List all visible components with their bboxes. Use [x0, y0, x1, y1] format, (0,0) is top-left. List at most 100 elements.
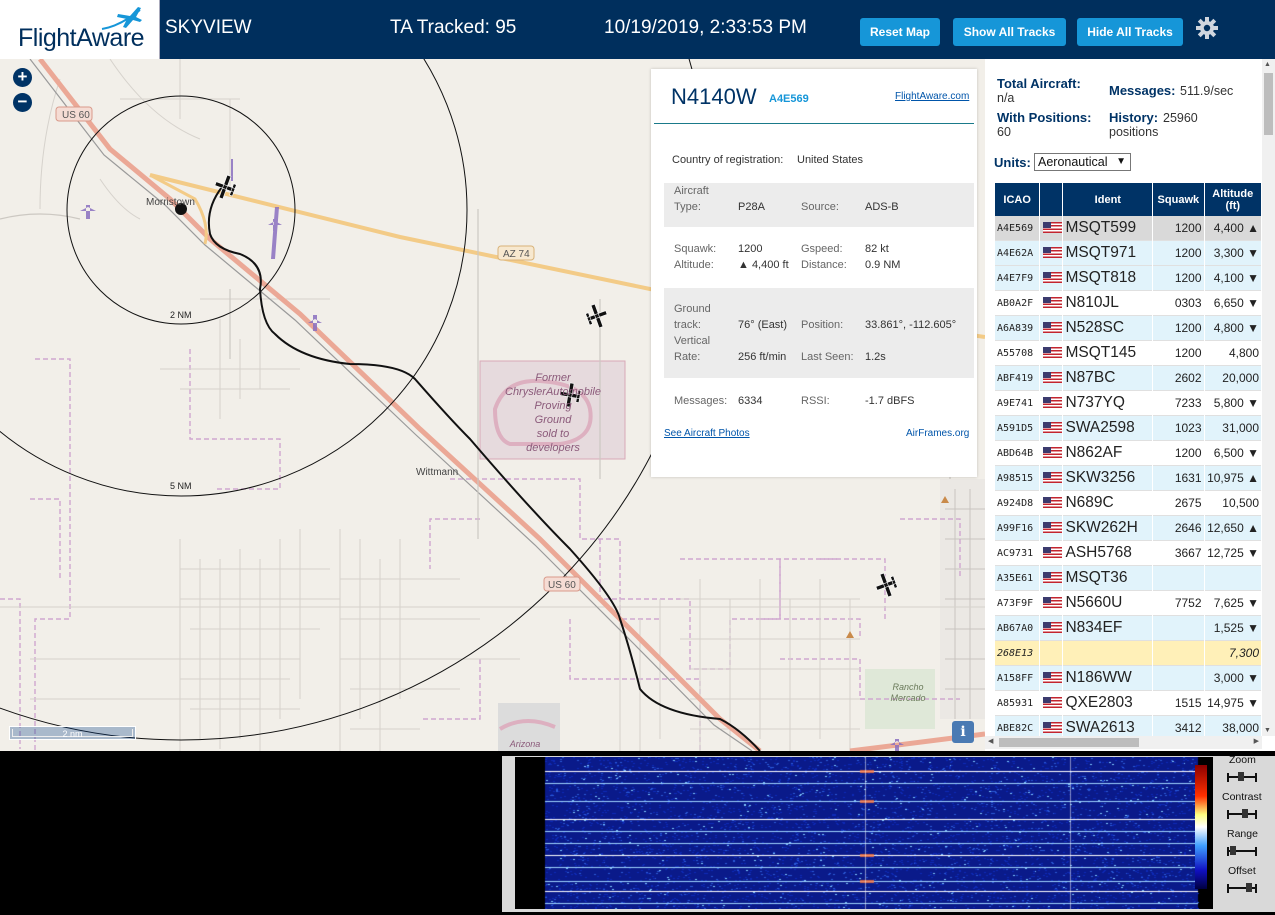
- vertical-scroll-thumb[interactable]: [1264, 73, 1273, 135]
- aircraft-row[interactable]: A9E741 N737YQ 7233 5,800 ▼: [995, 391, 1261, 416]
- aircraft-row[interactable]: A158FF N186WW 3,000 ▼: [995, 666, 1261, 691]
- map-label-az74: AZ 74: [503, 249, 530, 260]
- position-value: 33.861°, -112.605°: [865, 319, 957, 331]
- reset-map-button[interactable]: Reset Map: [860, 18, 940, 46]
- zoom-slider[interactable]: [1226, 770, 1258, 784]
- us-flag-icon: [1043, 447, 1063, 459]
- history-value: 25960: [1163, 111, 1198, 125]
- logo-text: FlightAware: [18, 24, 145, 52]
- total-aircraft-value: n/a: [997, 91, 1015, 105]
- row-altitude: 4,400 ▲: [1204, 216, 1261, 241]
- row-ident: N834EF: [1063, 616, 1153, 641]
- chevron-down-icon: ▼: [1116, 156, 1126, 167]
- aircraft-row[interactable]: A99F16 SKW262H 2646 12,650 ▲: [995, 516, 1261, 541]
- total-aircraft-label: Total Aircraft:: [997, 76, 1081, 91]
- aircraft-row[interactable]: AB67A0 N834EF 1,525 ▼: [995, 616, 1261, 641]
- aircraft-row[interactable]: A6A839 N528SC 1200 4,800 ▼: [995, 316, 1261, 341]
- units-label: Units:: [994, 155, 1031, 170]
- map-label-proving-5: sold to: [537, 428, 569, 440]
- aircraft-type-label-2: Type:: [674, 201, 701, 213]
- aircraft-table: ICAO Ident Squawk Altitude (ft) A4E569 MS…: [994, 183, 1262, 736]
- horizontal-scroll-thumb[interactable]: [999, 738, 1139, 747]
- col-header-altitude[interactable]: Altitude (ft): [1204, 183, 1261, 216]
- row-altitude: 1,525 ▼: [1204, 616, 1261, 641]
- row-squawk: 0303: [1153, 291, 1204, 316]
- aircraft-row[interactable]: AB0A2F N810JL 0303 6,650 ▼: [995, 291, 1261, 316]
- selected-registration: N4140W: [671, 84, 757, 109]
- horizontal-scrollbar[interactable]: ◀ ▶: [985, 736, 1262, 749]
- aircraft-row[interactable]: A35E61 MSQT36: [995, 566, 1261, 591]
- aircraft-row[interactable]: AC9731 ASH5768 3667 12,725 ▼: [995, 541, 1261, 566]
- map-label-us60-b: US 60: [548, 580, 576, 591]
- airframes-link[interactable]: AirFrames.org: [906, 428, 969, 439]
- map-label-morristown: Morristown: [146, 197, 195, 208]
- map-label-wittmann: Wittmann: [416, 467, 458, 478]
- scroll-down-icon[interactable]: ▼: [1264, 727, 1271, 734]
- flightaware-link[interactable]: FlightAware.com: [895, 91, 969, 102]
- row-squawk: 1200: [1153, 316, 1204, 341]
- col-header-icao[interactable]: ICAO: [995, 183, 1040, 216]
- flightaware-logo[interactable]: FlightAware: [0, 0, 160, 59]
- aircraft-row[interactable]: A924D8 N689C 2675 10,500: [995, 491, 1261, 516]
- us-flag-icon: [1043, 272, 1063, 284]
- scroll-left-icon[interactable]: ◀: [988, 737, 993, 745]
- aircraft-row[interactable]: A98515 SKW3256 1631 10,975 ▲: [995, 466, 1261, 491]
- aircraft-row[interactable]: A4E62A MSQT971 1200 3,300 ▼: [995, 241, 1261, 266]
- show-all-tracks-button[interactable]: Show All Tracks: [953, 18, 1066, 46]
- row-icao: A9E741: [995, 391, 1040, 416]
- row-altitude: 3,000 ▼: [1204, 666, 1261, 691]
- selected-hex-link[interactable]: A4E569: [769, 93, 809, 105]
- row-altitude: 12,725 ▼: [1204, 541, 1261, 566]
- aircraft-row[interactable]: A591D5 SWA2598 1023 31,000: [995, 416, 1261, 441]
- source-value: ADS-B: [865, 201, 899, 213]
- row-icao: AB67A0: [995, 616, 1040, 641]
- row-squawk: [1153, 566, 1204, 591]
- units-select[interactable]: Aeronautical ▼: [1034, 153, 1131, 171]
- gspeed-label: Gspeed:: [801, 243, 843, 255]
- aircraft-row[interactable]: 268E13 7,300: [995, 641, 1261, 666]
- vertical-scrollbar[interactable]: ▲ ▼: [1262, 59, 1275, 736]
- map-info-button[interactable]: i: [952, 721, 974, 743]
- aircraft-row[interactable]: A73F9F N5660U 7752 7,625 ▼: [995, 591, 1261, 616]
- row-ident: [1063, 641, 1153, 666]
- row-altitude: 7,300: [1204, 641, 1261, 666]
- clock: 10/19/2019, 2:33:53 PM: [604, 17, 807, 38]
- aircraft-row[interactable]: ABE82C SWA2613 3412 38,000: [995, 716, 1261, 736]
- aircraft-table-container[interactable]: ICAO Ident Squawk Altitude (ft) A4E569 MS…: [994, 183, 1262, 736]
- zoom-out-button[interactable]: −: [13, 93, 32, 112]
- row-flag: [1040, 466, 1063, 491]
- with-positions-label: With Positions:: [997, 110, 1092, 125]
- aircraft-row[interactable]: ABF419 N87BC 2602 20,000: [995, 366, 1261, 391]
- waterfall-display[interactable]: [515, 757, 1213, 909]
- aircraft-row[interactable]: ABD64B N862AF 1200 6,500 ▼: [995, 441, 1261, 466]
- row-ident: N737YQ: [1063, 391, 1153, 416]
- row-altitude: 31,000: [1204, 416, 1261, 441]
- scale-bar: 2 nm: [9, 726, 136, 740]
- row-squawk: 3667: [1153, 541, 1204, 566]
- row-ident: SKW3256: [1063, 466, 1153, 491]
- hide-all-tracks-button[interactable]: Hide All Tracks: [1077, 18, 1183, 46]
- offset-slider[interactable]: [1226, 881, 1258, 895]
- scroll-right-icon[interactable]: ▶: [1254, 737, 1259, 745]
- aircraft-row[interactable]: A4E569 MSQT599 1200 4,400 ▲: [995, 216, 1261, 241]
- zoom-control-label: Zoom: [1229, 754, 1256, 766]
- col-header-ident[interactable]: Ident: [1063, 183, 1153, 216]
- aircraft-row[interactable]: A85931 QXE2803 1515 14,975 ▼: [995, 691, 1261, 716]
- zoom-in-button[interactable]: +: [13, 68, 32, 87]
- us-flag-icon: [1043, 697, 1063, 709]
- aircraft-photos-link[interactable]: See Aircraft Photos: [664, 428, 750, 439]
- col-header-flag[interactable]: [1040, 183, 1063, 216]
- map-label-proving-3: Proving: [534, 400, 572, 412]
- contrast-slider[interactable]: [1226, 807, 1258, 821]
- vertical-rate-label-1: Vertical: [674, 335, 711, 347]
- aircraft-row[interactable]: A55708 MSQT145 1200 4,800: [995, 341, 1261, 366]
- range-slider[interactable]: [1226, 844, 1258, 858]
- row-ident: ASH5768: [1063, 541, 1153, 566]
- row-squawk: 1200: [1153, 241, 1204, 266]
- messages-label: Messages:: [674, 395, 728, 407]
- row-squawk: 1200: [1153, 441, 1204, 466]
- scroll-up-icon[interactable]: ▲: [1264, 61, 1271, 68]
- col-header-squawk[interactable]: Squawk: [1153, 183, 1204, 216]
- settings-gear-icon[interactable]: [1195, 16, 1219, 40]
- aircraft-row[interactable]: A4E7F9 MSQT818 1200 4,100 ▼: [995, 266, 1261, 291]
